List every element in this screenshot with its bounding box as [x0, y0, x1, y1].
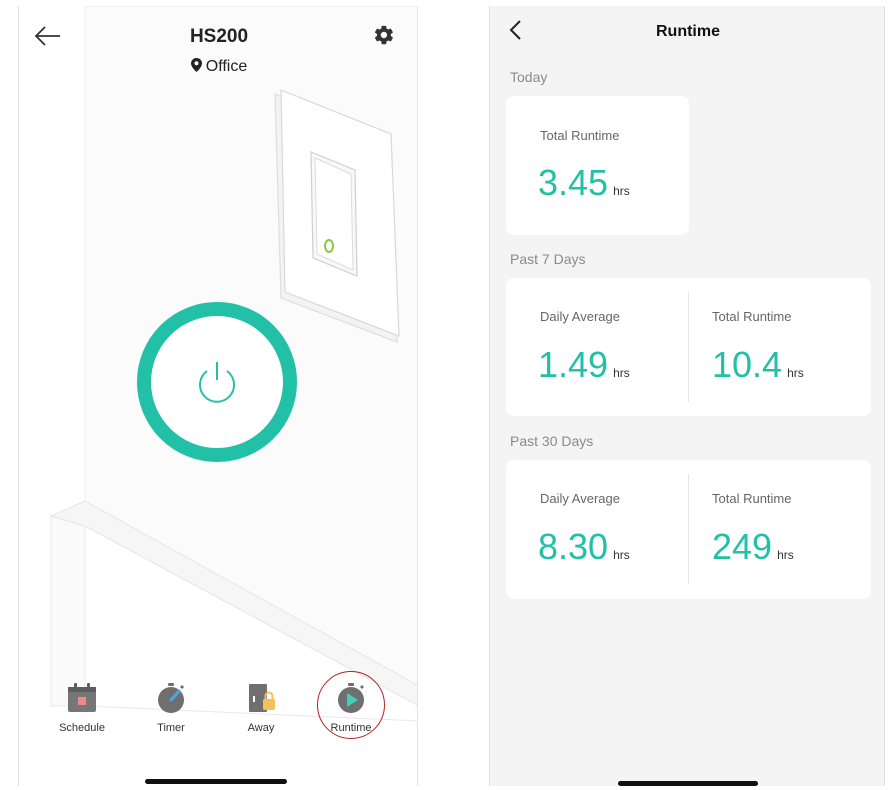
stat-value: 8.30 hrs [538, 526, 630, 568]
stat-unit: hrs [787, 366, 804, 380]
today-card: Total Runtime 3.45 hrs [506, 96, 689, 235]
stat-unit: hrs [613, 184, 630, 198]
stat-unit: hrs [613, 548, 630, 562]
gear-icon[interactable] [373, 24, 395, 46]
section-label-past-30-days: Past 30 Days [510, 433, 594, 449]
stat-label: Daily Average [540, 309, 620, 324]
device-control-screen: HS200 Office Schedule Timer Away Runtime [18, 6, 418, 786]
stat-number: 8.30 [538, 526, 609, 567]
stat-label: Total Runtime [540, 128, 620, 143]
device-location: Office [19, 58, 417, 76]
calendar-icon [68, 683, 96, 712]
stat-unit: hrs [777, 548, 794, 562]
power-icon [199, 362, 235, 403]
runtime-highlight-circle [317, 671, 385, 739]
stat-value: 10.4 hrs [712, 344, 804, 386]
location-label: Office [205, 58, 248, 75]
card-divider [688, 292, 689, 402]
stat-number: 249 [712, 526, 773, 567]
stat-label: Total Runtime [712, 309, 792, 324]
stat-value: 1.49 hrs [538, 344, 630, 386]
power-toggle-button[interactable] [137, 302, 297, 462]
stat-number: 3.45 [538, 162, 609, 203]
location-pin-icon [190, 58, 202, 72]
section-label-past-7-days: Past 7 Days [510, 251, 586, 267]
stat-unit: hrs [613, 366, 630, 380]
nav-label-away: Away [247, 722, 275, 734]
device-name: HS200 [189, 26, 249, 47]
stat-label: Total Runtime [712, 491, 792, 506]
device-header: HS200 Office [19, 6, 417, 96]
nav-label-schedule: Schedule [59, 722, 105, 734]
section-label-today: Today [510, 69, 548, 85]
nav-item-timer[interactable]: Timer [133, 682, 209, 734]
stat-label: Daily Average [540, 491, 620, 506]
runtime-header: Runtime [490, 6, 884, 56]
nav-label-timer: Timer [157, 722, 185, 734]
stat-number: 10.4 [712, 344, 783, 385]
page-title: Runtime [656, 23, 720, 40]
stopwatch-icon [158, 683, 185, 713]
nav-item-schedule[interactable]: Schedule [44, 682, 120, 734]
away-lock-icon [249, 684, 275, 712]
stat-value: 249 hrs [712, 526, 794, 568]
home-indicator[interactable] [618, 781, 758, 786]
past-30-days-card: Daily Average 8.30 hrs Total Runtime 249 h… [506, 460, 871, 599]
stat-number: 1.49 [538, 344, 609, 385]
card-divider [688, 474, 689, 584]
nav-item-away[interactable]: Away [223, 682, 299, 734]
stat-value: 3.45 hrs [538, 162, 630, 204]
past-7-days-card: Daily Average 1.49 hrs Total Runtime 10.4… [506, 278, 871, 416]
home-indicator[interactable] [145, 779, 287, 784]
runtime-screen: Runtime Today Total Runtime 3.45 hrs Past… [489, 6, 885, 786]
